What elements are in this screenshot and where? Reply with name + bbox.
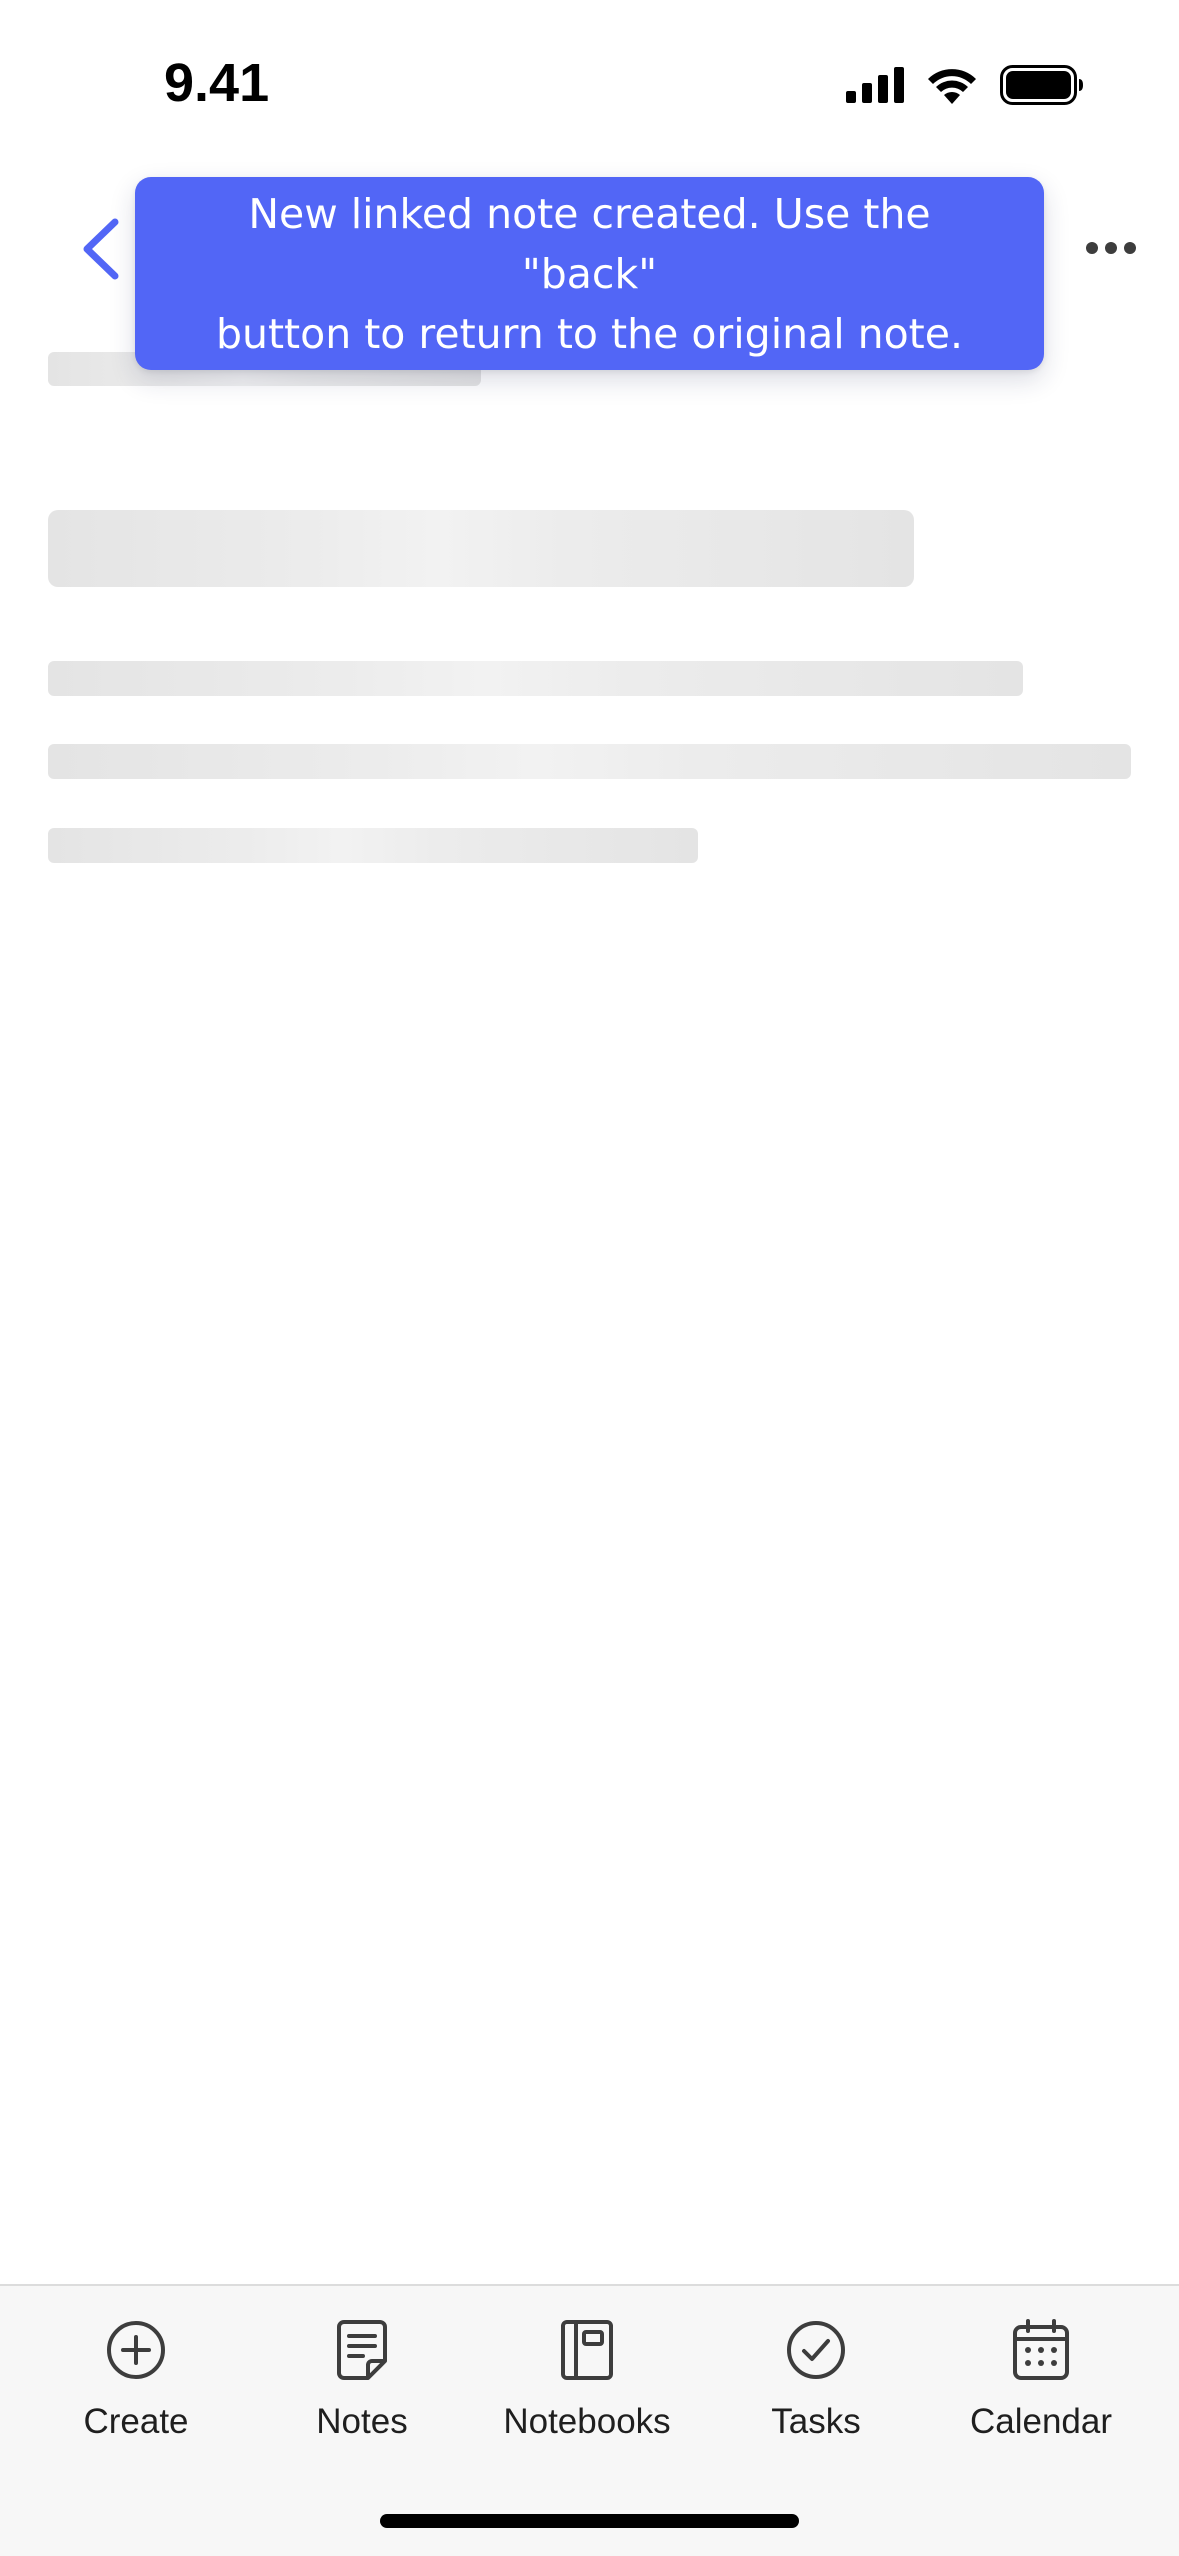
skeleton-line (48, 661, 1023, 696)
tab-label: Tasks (771, 2402, 861, 2441)
tab-label: Notebooks (503, 2402, 671, 2441)
tab-notebooks[interactable]: Notebooks (487, 2318, 687, 2468)
check-circle-icon (784, 2318, 848, 2382)
battery-icon (1000, 64, 1084, 110)
back-button[interactable] (60, 206, 140, 296)
tab-label: Notes (316, 2402, 408, 2441)
home-indicator[interactable] (380, 2514, 799, 2528)
tab-create[interactable]: Create (36, 2318, 236, 2468)
tab-calendar[interactable]: Calendar (941, 2318, 1141, 2468)
status-icons (846, 62, 1084, 112)
skeleton-line (48, 744, 1131, 779)
plus-circle-icon (104, 2318, 168, 2382)
more-horizontal-icon (1085, 241, 1137, 260)
skeleton-title (48, 510, 914, 587)
skeleton-line (48, 828, 698, 863)
tab-notes[interactable]: Notes (262, 2318, 462, 2468)
tab-tasks[interactable]: Tasks (716, 2318, 916, 2468)
chevron-left-icon (77, 216, 123, 287)
tab-label: Calendar (969, 2402, 1113, 2441)
more-options-button[interactable] (1071, 210, 1151, 290)
notebook-icon (555, 2318, 619, 2382)
calendar-icon (1009, 2318, 1073, 2382)
toast-message: New linked note created. Use the "back" … (215, 189, 964, 358)
status-time: 9.41 (164, 53, 270, 113)
linked-note-toast[interactable]: New linked note created. Use the "back" … (135, 177, 1044, 370)
cellular-signal-icon (846, 66, 904, 108)
status-bar: 9.41 (0, 0, 1179, 170)
wifi-icon (926, 66, 978, 109)
tab-label: Create (83, 2402, 189, 2441)
note-icon (330, 2318, 394, 2382)
